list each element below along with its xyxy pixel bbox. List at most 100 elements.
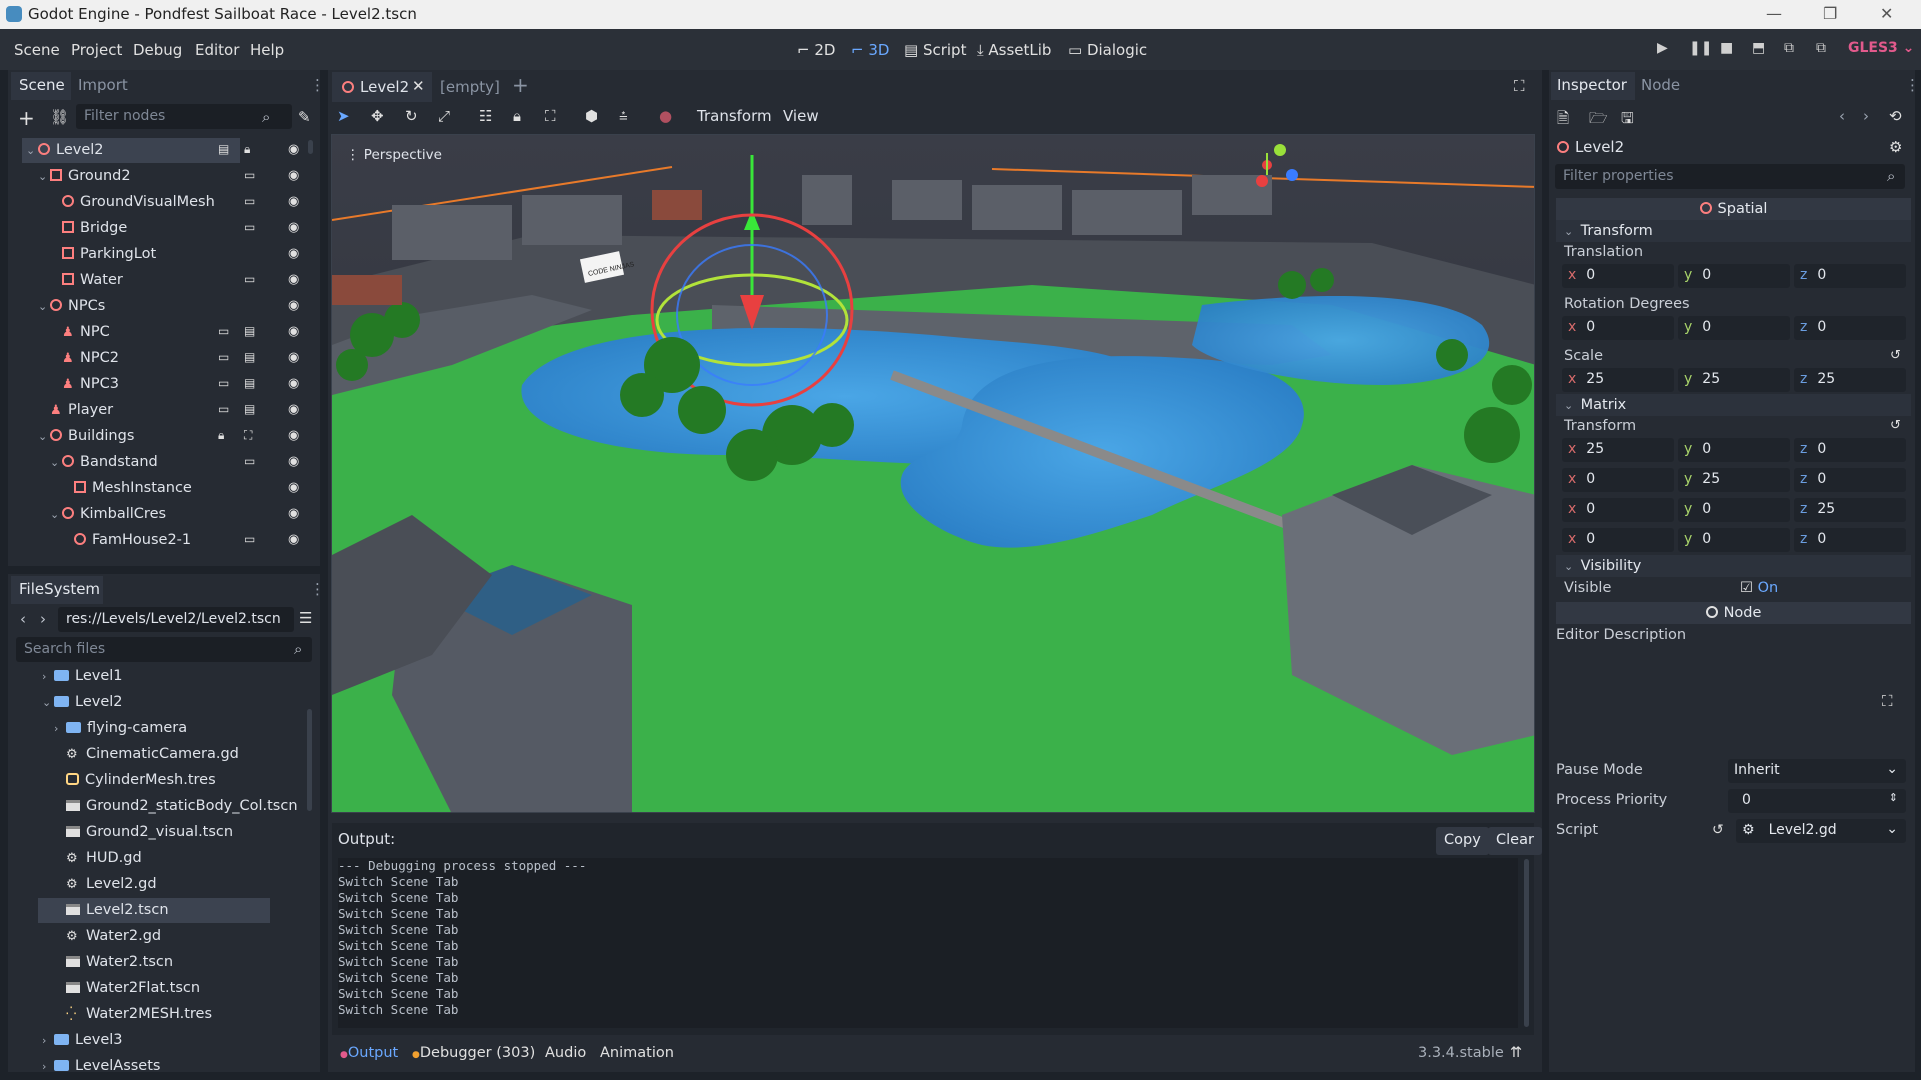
history-back-icon[interactable]: ‹ (1839, 107, 1845, 125)
matrix-cell-y[interactable]: y0 (1678, 528, 1790, 552)
script-icon[interactable]: ▤ (218, 142, 229, 156)
rotate-tool-icon[interactable]: ↻ (405, 107, 418, 125)
lock-icon[interactable]: 🔒︎ (513, 107, 521, 125)
debugger-tab[interactable]: ●Debugger (303) (412, 1045, 535, 1061)
workspace-dialogic[interactable]: ▭ Dialogic (1068, 41, 1147, 59)
path-field[interactable]: res://Levels/Level2/Level2.tscn (58, 607, 294, 632)
scene-tree-item[interactable]: ⌄ Buildings (22, 424, 312, 449)
script-field[interactable]: ⚙ Level2.gd ⌄ (1736, 819, 1906, 843)
rotation-z[interactable]: z0 (1794, 316, 1906, 340)
add-node-icon[interactable]: + (18, 106, 35, 130)
expand-arrow-icon[interactable]: ⌄ (26, 144, 38, 157)
clapper-icon[interactable]: ▭ (244, 220, 255, 234)
clapper-icon[interactable]: ▭ (218, 350, 229, 364)
expand-arrow-icon[interactable]: › (54, 722, 66, 735)
clapper-icon[interactable]: ▭ (244, 168, 255, 182)
filter-nodes-input[interactable]: Filter nodes (76, 104, 292, 129)
clapper-icon[interactable]: ▭ (244, 272, 255, 286)
matrix-cell-x[interactable]: x0 (1562, 468, 1674, 492)
output-tab[interactable]: ●Output (340, 1045, 398, 1061)
clapper-icon[interactable]: ▭ (244, 454, 255, 468)
new-tab-icon[interactable]: + (512, 73, 529, 97)
matrix-cell-x[interactable]: x0 (1562, 528, 1674, 552)
process-priority-spinbox[interactable]: 0 ⇕ (1728, 789, 1906, 813)
group-icon[interactable]: ⛶ (244, 428, 252, 443)
copy-button[interactable]: Copy (1436, 827, 1489, 855)
forward-icon[interactable]: › (40, 610, 46, 628)
dock-menu-icon[interactable]: ⋮ (1905, 76, 1920, 94)
workspace-3d[interactable]: ⌐ 3D (851, 41, 889, 59)
matrix-cell-y[interactable]: y 25 (1678, 468, 1790, 492)
clapper-icon[interactable]: ▭ (218, 324, 229, 338)
workspace-2d[interactable]: ⌐ 2D (797, 41, 835, 59)
scene-tree-item[interactable]: ⌄ Level2 (22, 138, 240, 163)
matrix-cell-z[interactable]: z0 (1794, 468, 1906, 492)
file-tree-item[interactable]: Level2.tscn (38, 898, 270, 923)
history-icon[interactable]: ⟲ (1889, 107, 1902, 125)
file-tree-item[interactable]: › LevelAssets (38, 1054, 298, 1072)
file-tree-item[interactable]: ⚙ Level2.gd (38, 872, 298, 897)
perspective-menu[interactable]: ⋮ Perspective (346, 147, 442, 163)
rotation-x[interactable]: x0 (1562, 316, 1674, 340)
new-resource-icon[interactable]: 🗎︎ (1557, 108, 1569, 133)
stop-icon[interactable]: ■ (1720, 40, 1733, 56)
revert-icon[interactable]: ↺ (1712, 822, 1724, 838)
lock-icon[interactable]: 🔒︎ (218, 428, 224, 443)
matrix-cell-z[interactable]: z 25 (1794, 498, 1906, 522)
scene-tree-item[interactable]: ⌄ NPCs (22, 294, 312, 319)
file-tree-item[interactable]: › flying-camera (38, 716, 298, 741)
animation-tab[interactable]: Animation (600, 1045, 674, 1061)
close-tab-icon[interactable]: ✕ (412, 77, 425, 95)
file-tree-item[interactable]: ⚙ HUD.gd (38, 846, 298, 871)
scale-x[interactable]: x 25 (1562, 368, 1674, 392)
section-matrix[interactable]: ⌄ Matrix (1556, 394, 1911, 416)
instance-scene-icon[interactable]: ⛓ (50, 108, 69, 126)
open-folder-icon[interactable]: 🗁︎ (1589, 108, 1608, 133)
attach-script-icon[interactable]: ✎ (298, 108, 311, 126)
expand-icon[interactable]: ⛶ (1882, 692, 1893, 710)
expand-arrow-icon[interactable]: ⌄ (42, 696, 54, 709)
file-tree-item[interactable]: › Level3 (38, 1028, 298, 1053)
expand-arrow-icon[interactable]: › (42, 1034, 54, 1047)
play-icon[interactable]: ▶ (1657, 40, 1668, 56)
scale-tool-icon[interactable]: ⤢ (438, 107, 450, 125)
group-icon[interactable]: ⛶ (545, 107, 556, 125)
camera-override-icon[interactable]: ● (659, 107, 672, 125)
tab-level2[interactable]: Level2 (342, 78, 409, 96)
local-space-icon[interactable]: ⬢ (585, 107, 598, 125)
file-tree-item[interactable]: Ground2_staticBody_Col.tscn (38, 794, 298, 819)
file-tree-item[interactable]: ⌄ Level2 (38, 690, 298, 715)
split-mode-icon[interactable]: ☰ (299, 609, 312, 627)
lock-icon[interactable]: 🔒︎ (244, 142, 250, 157)
visibility-eye-icon[interactable]: ◉ (288, 298, 299, 313)
pause-mode-select[interactable]: Inherit ⌄ (1728, 759, 1906, 783)
script-icon[interactable]: ▤ (244, 402, 255, 416)
expand-bottom-panel-icon[interactable]: ⇈ (1510, 1045, 1522, 1061)
dock-menu-icon[interactable]: ⋮ (310, 76, 325, 94)
visibility-eye-icon[interactable]: ◉ (288, 402, 299, 417)
tab-scene[interactable]: Scene (19, 76, 65, 94)
scale-y[interactable]: y 25 (1678, 368, 1790, 392)
scene-tree-item[interactable]: ⌄ KimballCres (22, 502, 312, 527)
clear-button[interactable]: Clear (1488, 827, 1542, 855)
translation-z[interactable]: z0 (1794, 264, 1906, 288)
close-icon[interactable]: ✕ (1880, 4, 1893, 23)
move-tool-icon[interactable]: ✥ (371, 107, 384, 125)
workspace-script[interactable]: ▤ Script (904, 41, 966, 59)
tab-inspector[interactable]: Inspector (1557, 76, 1627, 94)
scene-tree-item[interactable]: ♟ Player (22, 398, 312, 423)
clapper-icon[interactable]: ▭ (218, 402, 229, 416)
tab-filesystem[interactable]: FileSystem (19, 580, 100, 598)
visibility-eye-icon[interactable]: ◉ (288, 142, 299, 157)
file-tree-item[interactable]: ⁛ Water2MESH.tres (38, 1002, 298, 1027)
menu-editor[interactable]: Editor (195, 41, 239, 59)
scale-z[interactable]: z 25 (1794, 368, 1906, 392)
visibility-eye-icon[interactable]: ◉ (288, 428, 299, 443)
snap-icon[interactable]: ⩮ (619, 107, 628, 125)
translation-x[interactable]: x0 (1562, 264, 1674, 288)
menu-scene[interactable]: Scene (14, 41, 60, 59)
file-tree-item[interactable]: ⚙ Water2.gd (38, 924, 298, 949)
view-menu[interactable]: View (783, 107, 819, 125)
revert-icon[interactable]: ↺ (1890, 418, 1901, 433)
visible-checkbox[interactable]: ☑ On (1740, 580, 1778, 596)
